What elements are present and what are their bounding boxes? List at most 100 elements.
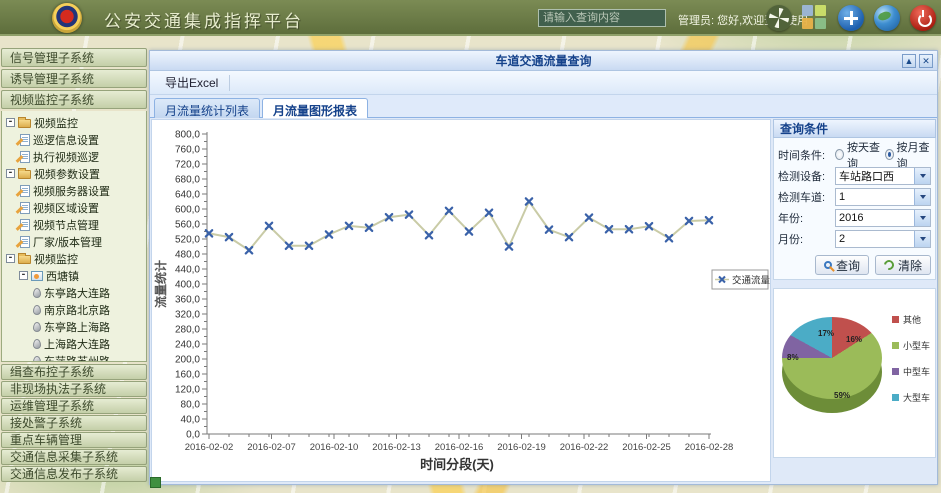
tree-item[interactable]: 东茳路苏州路 xyxy=(2,352,146,362)
radio-by-month[interactable] xyxy=(885,149,894,160)
tree-item[interactable]: 巡逻信息设置 xyxy=(2,131,146,148)
select-value: 2 xyxy=(839,233,845,245)
tree-item[interactable]: 上海路大连路 xyxy=(2,335,146,352)
clear-button[interactable]: 清除 xyxy=(875,255,931,275)
query-button[interactable]: 查询 xyxy=(815,255,869,275)
collapse-expander-icon[interactable]: - xyxy=(6,169,15,178)
page-icon xyxy=(20,236,30,248)
power-icon[interactable] xyxy=(910,5,936,31)
field-label: 年份: xyxy=(778,210,835,226)
tree-item[interactable]: 视频区域设置 xyxy=(2,199,146,216)
pie-value-label: 16% xyxy=(846,335,862,344)
app-title: 公安交通集成指挥平台 xyxy=(104,7,304,32)
tree-item-label: 视频节点管理 xyxy=(33,217,99,233)
field-label: 检测车道: xyxy=(778,189,835,205)
svg-text:320,0: 320,0 xyxy=(175,310,200,321)
sidebar-item-1[interactable]: 诱导管理子系统 xyxy=(1,69,147,88)
tree-item-label: 上海路大连路 xyxy=(44,336,110,352)
legend-label: 其他 xyxy=(903,313,921,326)
field-select-0[interactable]: 车站路口西 xyxy=(835,167,931,185)
svg-text:流量统计: 流量统计 xyxy=(153,260,168,308)
legend-label: 大型车 xyxy=(903,391,930,404)
svg-text:800,0: 800,0 xyxy=(175,130,200,141)
sidebar-item-bottom-3[interactable]: 接处警子系统 xyxy=(1,415,147,431)
close-icon[interactable]: ✕ xyxy=(919,54,933,68)
tree-item-label: 执行视频巡逻 xyxy=(33,149,99,165)
tree-item[interactable]: 视频服务器设置 xyxy=(2,182,146,199)
pie-value-label: 8% xyxy=(787,353,799,362)
sidebar-item-bottom-1[interactable]: 非现场执法子系统 xyxy=(1,381,147,397)
tab-1[interactable]: 月流量图形报表 xyxy=(262,98,368,118)
page-icon xyxy=(20,202,30,214)
field-select-3[interactable]: 2 xyxy=(835,230,931,248)
svg-text:交通流量: 交通流量 xyxy=(732,275,770,287)
sidebar-item-bottom-4[interactable]: 重点车辆管理 xyxy=(1,432,147,448)
tree-item[interactable]: 东亭路上海路 xyxy=(2,318,146,335)
chevron-down-icon[interactable] xyxy=(914,231,930,247)
sidebar-item-0[interactable]: 信号管理子系统 xyxy=(1,48,147,67)
chevron-down-icon[interactable] xyxy=(914,210,930,226)
collapse-expander-icon[interactable]: - xyxy=(6,118,15,127)
tree-item[interactable]: -西塘镇 xyxy=(2,267,146,284)
sidebar-item-bottom-0[interactable]: 缉查布控子系统 xyxy=(1,364,147,380)
sidebar-item-2[interactable]: 视频监控子系统 xyxy=(1,90,147,109)
svg-text:2016-02-16: 2016-02-16 xyxy=(435,442,484,453)
refresh-icon[interactable] xyxy=(766,5,792,31)
radio-by-day[interactable] xyxy=(835,149,844,160)
chevron-down-icon[interactable] xyxy=(914,168,930,184)
pie-legend-item: 其他 xyxy=(892,313,930,326)
export-excel-button[interactable]: 导出Excel xyxy=(156,71,227,94)
node-icon xyxy=(33,305,41,315)
tree-item-label: 东亭路上海路 xyxy=(44,319,110,335)
field-select-1[interactable]: 1 xyxy=(835,188,931,206)
sidebar-item-bottom-2[interactable]: 运维管理子系统 xyxy=(1,398,147,414)
query-panel: 查询条件 时间条件: 按天查询按月查询 检测设备:车站路口西检测车道:1年份:2… xyxy=(773,119,936,483)
svg-text:240,0: 240,0 xyxy=(175,340,200,351)
legend-swatch xyxy=(892,368,899,375)
toolbar-divider xyxy=(229,75,230,91)
tree-item[interactable]: 视频节点管理 xyxy=(2,216,146,233)
window-titlebar: 车道交通流量查询 ▲ ✕ xyxy=(150,51,937,71)
tree-item[interactable]: 厂家/版本管理 xyxy=(2,233,146,250)
collapse-expander-icon[interactable]: - xyxy=(6,254,15,263)
globe-icon[interactable] xyxy=(874,5,900,31)
tree-item-label: 视频监控 xyxy=(34,251,78,267)
global-search-input[interactable] xyxy=(538,9,666,27)
pie-legend-item: 中型车 xyxy=(892,365,930,378)
node-icon xyxy=(33,322,41,332)
svg-text:480,0: 480,0 xyxy=(175,250,200,261)
add-icon[interactable] xyxy=(838,5,864,31)
collapse-expander-icon[interactable]: - xyxy=(19,271,28,280)
svg-text:2016-02-13: 2016-02-13 xyxy=(372,442,421,453)
query-field-row: 年份: 2016 xyxy=(778,207,931,228)
field-select-2[interactable]: 2016 xyxy=(835,209,931,227)
svg-text:560,0: 560,0 xyxy=(175,220,200,231)
legend-label: 小型车 xyxy=(903,339,930,352)
tree-item-label: 视频服务器设置 xyxy=(33,183,110,199)
chevron-down-icon[interactable] xyxy=(914,189,930,205)
legend-label: 中型车 xyxy=(903,365,930,378)
query-field-row: 月份:2 xyxy=(778,228,931,249)
tree-item[interactable]: 东亭路大连路 xyxy=(2,284,146,301)
cam-icon xyxy=(31,271,43,281)
tree-item[interactable]: 执行视频巡逻 xyxy=(2,148,146,165)
collapse-icon[interactable]: ▲ xyxy=(902,54,916,68)
pie-chart: 16%59%8%17% 其他小型车中型车大型车 xyxy=(773,288,936,458)
svg-text:2016-02-28: 2016-02-28 xyxy=(685,442,734,453)
sidebar-item-bottom-6[interactable]: 交通信息发布子系统 xyxy=(1,466,147,482)
sidebar-item-bottom-5[interactable]: 交通信息采集子系统 xyxy=(1,449,147,465)
query-form: 时间条件: 按天查询按月查询 检测设备:车站路口西检测车道:1年份:2016月份… xyxy=(773,138,936,280)
tree-item[interactable]: - 视频监控 xyxy=(2,250,146,267)
tree-item[interactable]: 南京路北京路 xyxy=(2,301,146,318)
sidebar: 信号管理子系统诱导管理子系统视频监控子系统 -视频监控巡逻信息设置执行视频巡逻-… xyxy=(1,48,147,493)
select-value: 2016 xyxy=(839,212,863,224)
svg-text:280,0: 280,0 xyxy=(175,325,200,336)
line-chart-svg: 0,040,080,0120,0160,0200,0240,0280,0320,… xyxy=(152,120,770,481)
time-condition-label: 时间条件: xyxy=(778,147,835,163)
tree-item[interactable]: -视频监控 xyxy=(2,114,146,131)
tab-0[interactable]: 月流量统计列表 xyxy=(154,98,260,118)
tree-item[interactable]: -视频参数设置 xyxy=(2,165,146,182)
page-icon xyxy=(20,219,30,231)
svg-text:720,0: 720,0 xyxy=(175,160,200,171)
apps-icon[interactable] xyxy=(802,5,828,31)
